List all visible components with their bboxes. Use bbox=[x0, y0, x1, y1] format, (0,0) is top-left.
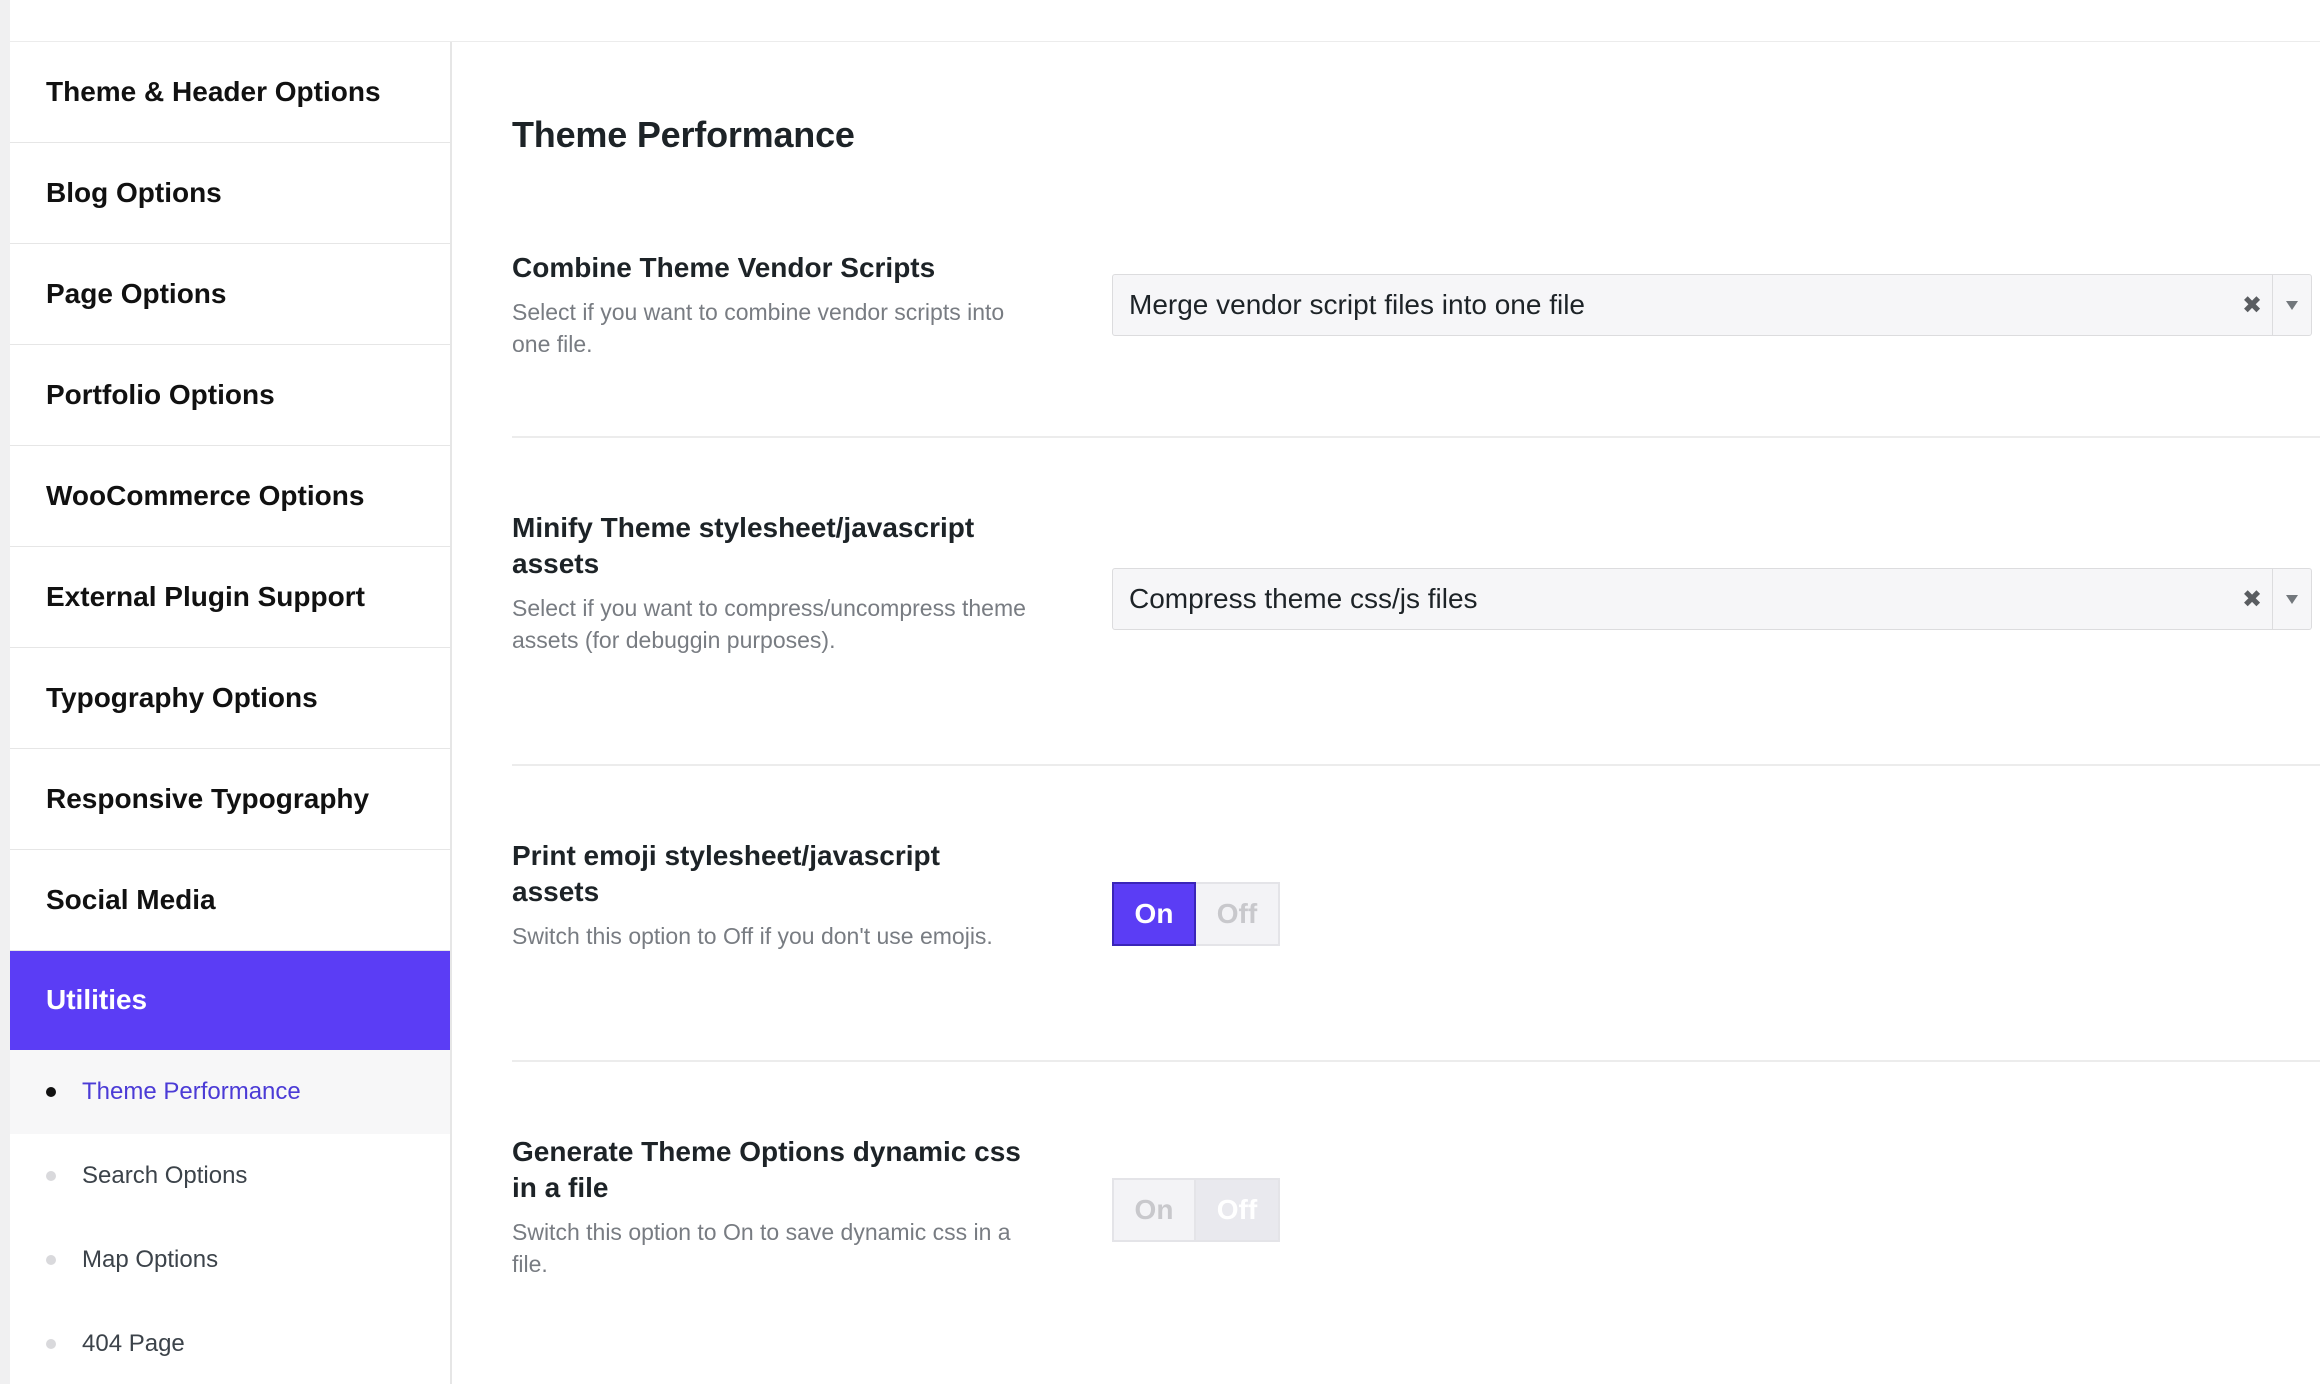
sidebar-subitem-404-page[interactable]: 404 Page bbox=[10, 1302, 450, 1384]
close-icon[interactable]: ✖ bbox=[2232, 291, 2272, 320]
option-minify-assets: Minify Theme stylesheet/javascript asset… bbox=[512, 510, 2320, 760]
option-label: Print emoji stylesheet/javascript assets… bbox=[512, 838, 1032, 952]
divider bbox=[512, 1060, 2320, 1062]
option-title: Generate Theme Options dynamic css in a … bbox=[512, 1136, 1021, 1203]
bullet-icon bbox=[46, 1339, 56, 1349]
select-value: Compress theme css/js files bbox=[1129, 583, 1478, 614]
option-print-emoji-assets: Print emoji stylesheet/javascript assets… bbox=[512, 838, 2320, 1058]
sidebar-item-blog-options[interactable]: Blog Options bbox=[10, 143, 450, 244]
top-bar bbox=[0, 0, 2320, 42]
option-description: Select if you want to compress/uncompres… bbox=[512, 595, 1026, 653]
options-panel: Theme Performance Combine Theme Vendor S… bbox=[452, 42, 2320, 1384]
settings-page: Theme & Header Options Blog Options Page… bbox=[0, 0, 2320, 1384]
sidebar-item-utilities[interactable]: Utilities bbox=[10, 951, 450, 1050]
admin-edge-strip bbox=[0, 0, 10, 1384]
option-description: Switch this option to On to save dynamic… bbox=[512, 1219, 1011, 1277]
chevron-down-icon bbox=[2286, 594, 2298, 604]
toggle-off-button[interactable]: Off bbox=[1196, 882, 1280, 946]
sidebar-subitem-theme-performance[interactable]: Theme Performance bbox=[10, 1050, 450, 1134]
combine-vendor-scripts-select[interactable]: Merge vendor script files into one file … bbox=[1112, 274, 2312, 336]
print-emoji-toggle[interactable]: On Off bbox=[1112, 882, 1280, 946]
sidebar-item-responsive-typography[interactable]: Responsive Typography bbox=[10, 749, 450, 850]
sidebar-subitem-map-options[interactable]: Map Options bbox=[10, 1218, 450, 1302]
sidebar-item-woocommerce-options[interactable]: WooCommerce Options bbox=[10, 446, 450, 547]
sidebar-subitem-search-options[interactable]: Search Options bbox=[10, 1134, 450, 1218]
option-title: Minify Theme stylesheet/javascript asset… bbox=[512, 512, 975, 579]
sidebar-item-typography-options[interactable]: Typography Options bbox=[10, 648, 450, 749]
dynamic-css-toggle[interactable]: On Off bbox=[1112, 1178, 1280, 1242]
bullet-icon bbox=[46, 1171, 56, 1181]
page-title: Theme Performance bbox=[512, 114, 855, 155]
minify-assets-select[interactable]: Compress theme css/js files ✖ bbox=[1112, 568, 2312, 630]
bullet-icon bbox=[46, 1087, 56, 1097]
options-sidebar: Theme & Header Options Blog Options Page… bbox=[10, 42, 452, 1384]
option-title: Combine Theme Vendor Scripts bbox=[512, 252, 936, 283]
bullet-icon bbox=[46, 1255, 56, 1265]
option-title: Print emoji stylesheet/javascript assets bbox=[512, 840, 940, 907]
sidebar-subitem-label: 404 Page bbox=[82, 1330, 185, 1357]
select-value: Merge vendor script files into one file bbox=[1129, 289, 1585, 320]
sidebar-item-page-options[interactable]: Page Options bbox=[10, 244, 450, 345]
dropdown-toggle[interactable] bbox=[2272, 569, 2311, 629]
option-description: Select if you want to combine vendor scr… bbox=[512, 299, 1005, 357]
close-icon[interactable]: ✖ bbox=[2232, 585, 2272, 614]
dropdown-toggle[interactable] bbox=[2272, 275, 2311, 335]
sidebar-subitem-label: Search Options bbox=[82, 1162, 248, 1189]
option-label: Minify Theme stylesheet/javascript asset… bbox=[512, 510, 1032, 656]
divider bbox=[512, 764, 2320, 766]
toggle-on-button[interactable]: On bbox=[1112, 882, 1196, 946]
sidebar-item-theme-header-options[interactable]: Theme & Header Options bbox=[10, 42, 450, 143]
sidebar-item-external-plugin-support[interactable]: External Plugin Support bbox=[10, 547, 450, 648]
option-description: Switch this option to Off if you don't u… bbox=[512, 923, 993, 949]
sidebar-subitem-label: Map Options bbox=[82, 1246, 219, 1273]
divider bbox=[512, 436, 2320, 438]
option-label: Generate Theme Options dynamic css in a … bbox=[512, 1134, 1032, 1280]
chevron-down-icon bbox=[2286, 300, 2298, 310]
sidebar-subitem-label: Theme Performance bbox=[82, 1078, 301, 1105]
sidebar-item-social-media[interactable]: Social Media bbox=[10, 850, 450, 951]
toggle-off-button[interactable]: Off bbox=[1196, 1178, 1280, 1242]
option-combine-vendor-scripts: Combine Theme Vendor Scripts Select if y… bbox=[512, 250, 2320, 450]
toggle-on-button[interactable]: On bbox=[1112, 1178, 1196, 1242]
option-dynamic-css-file: Generate Theme Options dynamic css in a … bbox=[512, 1134, 2320, 1354]
sidebar-item-portfolio-options[interactable]: Portfolio Options bbox=[10, 345, 450, 446]
option-label: Combine Theme Vendor Scripts Select if y… bbox=[512, 250, 1032, 360]
